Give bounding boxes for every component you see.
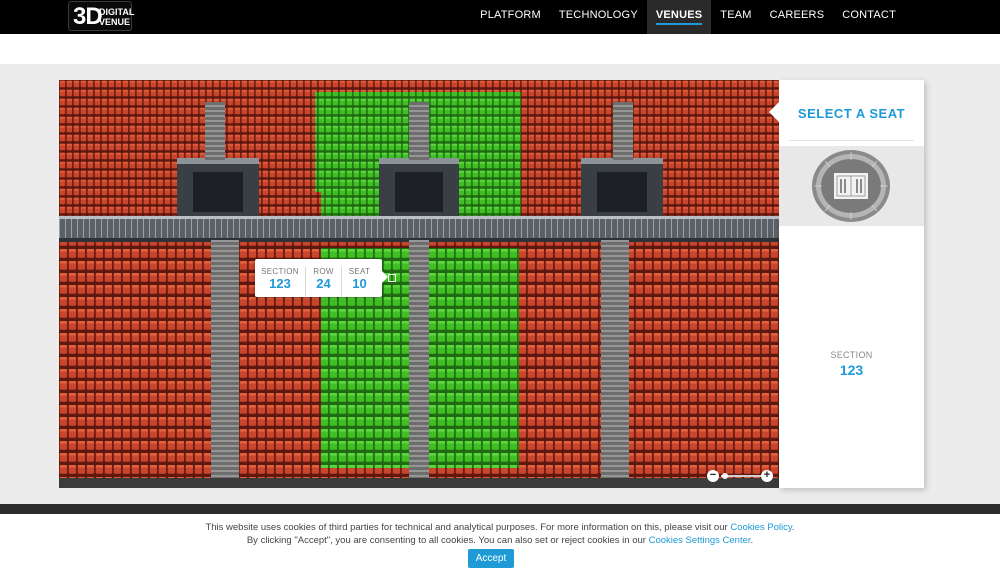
zoom-in-button[interactable]: + <box>761 470 773 482</box>
zoom-control: − + <box>707 469 775 483</box>
stadium-mini-map[interactable] <box>779 146 924 226</box>
logo-text: DIGITAL VENUE <box>99 7 134 27</box>
footer-band <box>0 504 1000 514</box>
sidebar-section-value: 123 <box>839 362 864 378</box>
cookie-text-2-end: . <box>750 535 754 546</box>
cookie-text-line-1: This website uses cookies of third parti… <box>0 522 1000 533</box>
nav-team[interactable]: TEAM <box>711 0 760 34</box>
digital-venue-logo[interactable]: 3D DIGITAL VENUE <box>68 1 134 31</box>
stadium-seat-render <box>59 80 779 488</box>
tooltip-section-label: SECTION <box>261 267 299 276</box>
nav-platform[interactable]: PLATFORM <box>471 0 550 34</box>
nav-contact[interactable]: CONTACT <box>833 0 905 34</box>
sidebar-section-label: SECTION <box>830 350 873 360</box>
accept-cookies-button[interactable]: Accept <box>468 549 514 568</box>
header-spacer <box>0 34 1000 64</box>
zoom-out-button[interactable]: − <box>707 470 719 482</box>
cookie-text-2: By clicking "Accept", you are consenting… <box>246 535 649 546</box>
tooltip-seat-label: SEAT <box>348 267 371 276</box>
tooltip-row-value: 24 <box>316 276 331 291</box>
logo-line-2: VENUE <box>99 17 131 27</box>
seat-tooltip: SECTION 123 ROW 24 SEAT 10 <box>255 259 388 297</box>
zoom-slider-handle[interactable] <box>722 473 728 479</box>
seat-info-sidebar: SELECT A SEAT SECTION 123 <box>769 80 924 488</box>
tooltip-seat: SEAT 10 <box>341 267 377 297</box>
tooltip-section: SECTION 123 <box>255 267 305 297</box>
seat-view-3d[interactable] <box>59 80 779 488</box>
cookies-settings-link[interactable]: Cookies Settings Center <box>649 535 751 546</box>
cookie-banner: This website uses cookies of third parti… <box>0 514 1000 577</box>
divider <box>789 140 914 141</box>
tooltip-row: ROW 24 <box>305 267 341 297</box>
selected-seat-marker[interactable] <box>388 274 396 282</box>
nav-venues[interactable]: VENUES <box>646 0 712 34</box>
nav-technology[interactable]: TECHNOLOGY <box>550 0 647 34</box>
nav-careers[interactable]: CAREERS <box>761 0 834 34</box>
logo-mark: 3D <box>73 3 103 30</box>
tooltip-section-value: 123 <box>269 276 291 291</box>
stadium-overview-icon <box>812 150 890 222</box>
tooltip-seat-value: 10 <box>352 276 367 291</box>
nav-links: PLATFORM TECHNOLOGY VENUES TEAM CAREERS … <box>471 0 905 34</box>
cookies-policy-link[interactable]: Cookies Policy <box>730 522 792 533</box>
select-seat-title: SELECT A SEAT <box>797 106 906 121</box>
logo-line-1: DIGITAL <box>99 7 135 17</box>
tooltip-row-label: ROW <box>313 267 334 276</box>
cookie-text-1-end: . <box>791 522 795 533</box>
top-navigation: 3D DIGITAL VENUE PLATFORM TECHNOLOGY VEN… <box>0 0 1000 34</box>
cookie-text-line-2: By clicking "Accept", you are consenting… <box>0 535 1000 546</box>
sidebar-pointer <box>769 102 779 122</box>
cookie-text-1: This website uses cookies of third parti… <box>205 522 731 533</box>
